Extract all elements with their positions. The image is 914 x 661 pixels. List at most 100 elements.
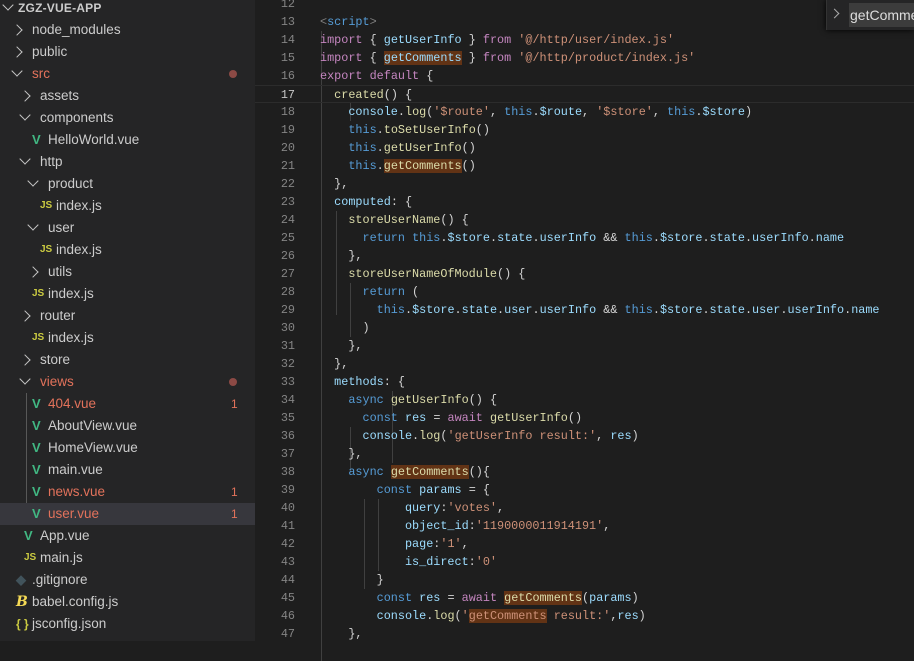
folder-item[interactable]: router	[0, 305, 255, 327]
chevron-right-icon[interactable]	[19, 354, 31, 366]
file-item[interactable]: JS index.js	[0, 195, 255, 217]
code-line[interactable]: 35 const res = await getUserInfo()	[255, 409, 914, 427]
chevron-down-icon[interactable]	[2, 0, 14, 11]
code-line[interactable]: 29 this.$store.state.user.userInfo && th…	[255, 301, 914, 319]
folder-item[interactable]: src	[0, 63, 255, 85]
file-item[interactable]: V HelloWorld.vue	[0, 129, 255, 151]
code-line[interactable]: 13 <script>	[255, 13, 914, 31]
code-line[interactable]: 23 computed: {	[255, 193, 914, 211]
chevron-down-icon[interactable]	[19, 373, 31, 385]
code-line[interactable]: 30 )	[255, 319, 914, 337]
code-line[interactable]: 38 async getComments(){	[255, 463, 914, 481]
folder-item[interactable]: http	[0, 151, 255, 173]
code-line[interactable]: 26 },	[255, 247, 914, 265]
code-token: () {	[440, 213, 469, 227]
folder-item[interactable]: assets	[0, 85, 255, 107]
chevron-right-icon[interactable]	[19, 90, 31, 102]
file-item[interactable]: JS index.js	[0, 239, 255, 261]
code-line[interactable]: 15 import { getComments } from '@/http/pr…	[255, 49, 914, 67]
chevron-down-icon[interactable]	[27, 175, 39, 187]
file-item[interactable]: JS index.js	[0, 283, 255, 305]
code-line[interactable]: 33 methods: {	[255, 373, 914, 391]
file-item[interactable]: Bbabel.config.js	[0, 591, 255, 613]
file-item[interactable]: Vmain.vue	[0, 459, 255, 481]
code-line[interactable]: 20 this.getUserInfo()	[255, 139, 914, 157]
code-line[interactable]: 39 const params = {	[255, 481, 914, 499]
code-line[interactable]: 46 console.log('getComments result:',res…	[255, 607, 914, 625]
code-line[interactable]: 27 storeUserNameOfModule() {	[255, 265, 914, 283]
chevron-right-icon[interactable]	[11, 24, 23, 36]
item-label: user.vue	[48, 506, 100, 521]
breadcrumb-symbol-widget[interactable]: getComments	[826, 0, 914, 30]
code-editor[interactable]: 12 13 <script> 14 import { getUserInfo } fro…	[255, 0, 914, 661]
file-item[interactable]: V HomeView.vue	[0, 437, 255, 459]
code-line[interactable]: 18 console.log('$route', this.$route, '$…	[255, 103, 914, 121]
chevron-right-icon[interactable]	[11, 46, 23, 58]
code-text: return this.$store.state.userInfo && thi…	[320, 229, 844, 247]
folder-item[interactable]: node_modules	[0, 19, 255, 41]
file-item[interactable]: Vnews.vue 1	[0, 481, 255, 503]
code-line[interactable]: 22 },	[255, 175, 914, 193]
code-token: 'getUserInfo result:'	[447, 429, 597, 443]
code-token: this	[667, 105, 696, 119]
code-line[interactable]: 14 import { getUserInfo } from '@/http/us…	[255, 31, 914, 49]
vue-file-icon: V	[32, 462, 41, 477]
code-line[interactable]: 28 return (	[255, 283, 914, 301]
code-token: user	[752, 303, 781, 317]
js-file-icon: JS	[32, 288, 45, 299]
code-line[interactable]: 42 page:'1',	[255, 535, 914, 553]
file-item[interactable]: { } jsconfig.json	[0, 613, 255, 635]
chevron-down-icon[interactable]	[19, 109, 31, 121]
code-line[interactable]: 40 query:'votes',	[255, 499, 914, 517]
code-text: methods: {	[320, 373, 405, 391]
code-token: const	[362, 411, 398, 425]
code-line[interactable]: 24 storeUserName() {	[255, 211, 914, 229]
code-line[interactable]: 34 async getUserInfo() {	[255, 391, 914, 409]
folder-item[interactable]: utils	[0, 261, 255, 283]
folder-item[interactable]: public	[0, 41, 255, 63]
code-line[interactable]: 19 this.toSetUserInfo()	[255, 121, 914, 139]
breadcrumb-symbol[interactable]: getComments	[849, 3, 914, 27]
chevron-right-icon[interactable]	[19, 310, 31, 322]
folder-item[interactable]: ZGZ-VUE-APP	[0, 0, 255, 19]
folder-item[interactable]: store	[0, 349, 255, 371]
folder-item[interactable]: user	[0, 217, 255, 239]
chevron-down-icon[interactable]	[27, 219, 39, 231]
code-line[interactable]: 45 const res = await getComments(params)	[255, 589, 914, 607]
file-item[interactable]: JS index.js	[0, 327, 255, 349]
code-token: log	[404, 105, 427, 119]
code-line[interactable]: 31 },	[255, 337, 914, 355]
file-item[interactable]: JS main.js	[0, 547, 255, 569]
file-item[interactable]: V AboutView.vue	[0, 415, 255, 437]
folder-item[interactable]: product	[0, 173, 255, 195]
code-line[interactable]: 16 export default {	[255, 67, 914, 85]
code-token: &&	[596, 231, 625, 245]
code-line[interactable]: 21 this.getComments()	[255, 157, 914, 175]
code-line[interactable]: 41 object_id:'1190000011914191',	[255, 517, 914, 535]
code-token: .	[376, 123, 384, 137]
code-line[interactable]: 36 console.log('getUserInfo result:', re…	[255, 427, 914, 445]
chevron-down-icon[interactable]	[19, 153, 31, 165]
code-line[interactable]: 47 },	[255, 625, 914, 643]
code-line[interactable]: 12	[255, 0, 914, 13]
line-number: 30	[280, 321, 295, 335]
code-line[interactable]: 32 },	[255, 355, 914, 373]
file-item[interactable]: V 404.vue 1	[0, 393, 255, 415]
folder-item[interactable]: views	[0, 371, 255, 393]
file-item[interactable]: V App.vue	[0, 525, 255, 547]
folder-item[interactable]: components	[0, 107, 255, 129]
code-line[interactable]: 43 is_direct:'0'	[255, 553, 914, 571]
file-item[interactable]: Vuser.vue 1	[0, 503, 255, 525]
chevron-down-icon[interactable]	[11, 65, 23, 77]
code-token: script	[327, 15, 370, 29]
line-number: 23	[280, 195, 295, 209]
code-line[interactable]: 17 created() {	[255, 85, 914, 103]
file-item[interactable]: ◆ .gitignore	[0, 569, 255, 591]
code-line[interactable]: 44 }	[255, 571, 914, 589]
code-text: )	[320, 319, 369, 337]
code-line[interactable]: 37 },	[255, 445, 914, 463]
code-line[interactable]: 25 return this.$store.state.userInfo && …	[255, 229, 914, 247]
chevron-right-icon[interactable]	[27, 266, 39, 278]
line-number: 44	[280, 573, 295, 587]
